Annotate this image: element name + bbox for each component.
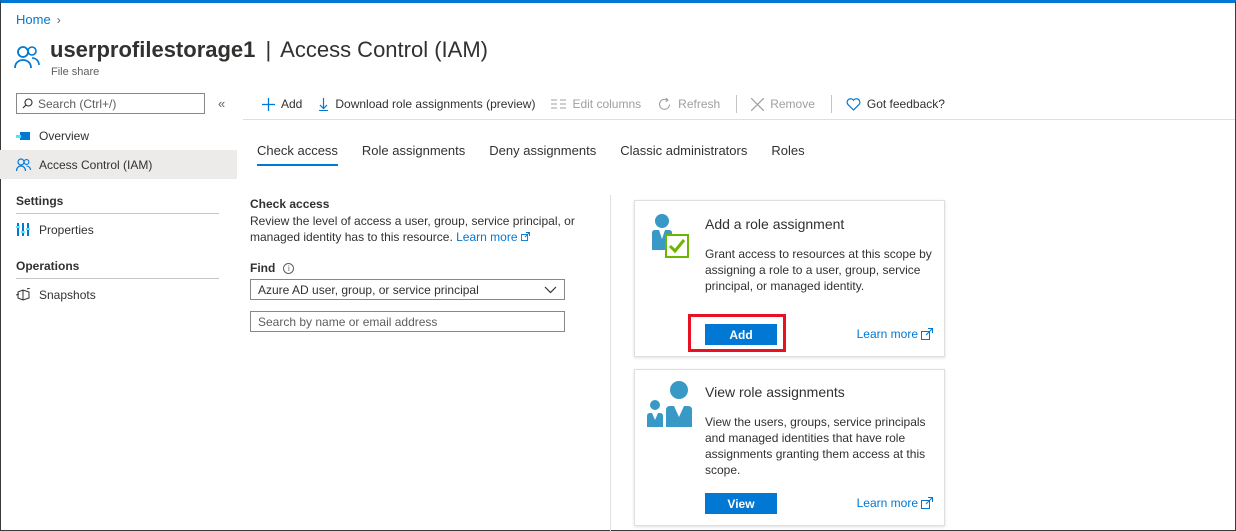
learn-more-label: Learn more — [856, 496, 918, 510]
remove-button[interactable]: Remove — [751, 97, 815, 111]
feedback-button[interactable]: Got feedback? — [846, 97, 945, 111]
feedback-label: Got feedback? — [866, 97, 945, 111]
users-icon — [16, 157, 31, 171]
blade-title: Access Control (IAM) — [280, 37, 488, 62]
toolbar-separator — [830, 95, 832, 113]
command-bar: Add Download role assignments (preview) … — [262, 95, 961, 113]
find-type-selected: Azure AD user, group, or service princip… — [258, 282, 479, 297]
divider — [16, 213, 219, 214]
sidebar-section-operations: Operations — [16, 259, 80, 273]
heart-icon — [846, 97, 861, 111]
download-icon — [319, 97, 329, 111]
card-description: Grant access to resources at this scope … — [705, 247, 932, 293]
learn-more-link[interactable]: Learn more — [456, 230, 530, 244]
highlight-box — [688, 314, 786, 352]
sidebar-item-label: Overview — [39, 128, 90, 143]
sidebar-item-overview[interactable]: Overview — [0, 121, 237, 150]
external-link-icon — [921, 328, 933, 340]
tab-role-assignments[interactable]: Role assignments — [362, 143, 465, 166]
add-role-assignment-card: Add a role assignment Grant access to re… — [634, 200, 945, 357]
learn-more-label: Learn more — [856, 327, 918, 341]
download-label: Download role assignments (preview) — [335, 97, 536, 111]
tab-check-access[interactable]: Check access — [257, 143, 338, 166]
edit-columns-button[interactable]: Edit columns — [551, 97, 641, 111]
users-icon — [14, 46, 40, 69]
search-name-input[interactable]: Search by name or email address — [250, 311, 565, 332]
view-role-assignments-button[interactable]: View — [705, 493, 777, 514]
tab-bar: Check access Role assignments Deny assig… — [257, 143, 829, 166]
properties-icon — [16, 223, 30, 236]
search-icon — [22, 98, 33, 109]
add-label: Add — [281, 97, 303, 111]
plus-icon — [262, 97, 275, 111]
find-label: Find i — [250, 261, 295, 275]
sidebar-search-placeholder: Search (Ctrl+/) — [38, 96, 117, 111]
card-description: View the users, groups, service principa… — [705, 415, 926, 477]
panel-divider — [610, 195, 611, 531]
sidebar-item-label: Snapshots — [39, 287, 96, 302]
breadcrumb-home-link[interactable]: Home — [16, 12, 51, 27]
collapse-sidebar-icon[interactable]: « — [218, 96, 225, 111]
tab-roles[interactable]: Roles — [771, 143, 804, 166]
learn-more-label: Learn more — [456, 230, 518, 244]
view-role-assignments-icon — [647, 381, 692, 427]
sidebar-item-label: Properties — [39, 222, 94, 237]
edit-columns-label: Edit columns — [572, 97, 642, 111]
refresh-label: Refresh — [678, 97, 721, 111]
add-button[interactable]: Add — [262, 97, 302, 111]
find-type-dropdown[interactable]: Azure AD user, group, or service princip… — [250, 279, 565, 300]
snapshot-icon — [16, 288, 31, 301]
sidebar-item-snapshots[interactable]: Snapshots — [0, 280, 237, 309]
find-label-text: Find — [250, 261, 276, 275]
window-frame — [0, 0, 1236, 531]
search-name-placeholder: Search by name or email address — [258, 314, 438, 329]
check-access-heading: Check access — [250, 197, 330, 211]
sidebar-item-access-control[interactable]: Access Control (IAM) — [0, 150, 237, 179]
divider — [16, 278, 219, 279]
refresh-button[interactable]: Refresh — [657, 97, 720, 112]
columns-icon — [551, 99, 567, 109]
title-separator: | — [265, 37, 272, 62]
page-title: userprofilestorage1 | Access Control (IA… — [50, 37, 488, 63]
learn-more-link[interactable]: Learn more — [857, 327, 933, 341]
resource-type: File share — [51, 66, 100, 78]
check-access-description: Review the level of access a user, group… — [250, 213, 580, 245]
view-role-assignments-card: View role assignments View the users, gr… — [634, 369, 945, 526]
breadcrumb: Home › — [16, 12, 61, 27]
refresh-icon — [659, 97, 671, 110]
sidebar-section-settings: Settings — [16, 194, 64, 208]
remove-label: Remove — [770, 97, 815, 111]
resource-name: userprofilestorage1 — [50, 37, 256, 62]
tab-classic-administrators[interactable]: Classic administrators — [620, 143, 747, 166]
external-link-icon — [520, 232, 530, 241]
add-role-assignment-icon — [652, 214, 689, 258]
info-icon[interactable]: i — [283, 262, 295, 274]
toolbar-separator — [736, 95, 738, 113]
card-title: View role assignments — [705, 384, 845, 400]
overview-icon — [16, 131, 30, 140]
sidebar-search-input[interactable]: Search (Ctrl+/) — [16, 93, 205, 114]
card-title: Add a role assignment — [705, 216, 845, 232]
sidebar-item-label: Access Control (IAM) — [39, 157, 153, 172]
external-link-icon — [921, 497, 933, 509]
sidebar-item-properties[interactable]: Properties — [0, 215, 237, 244]
tab-deny-assignments[interactable]: Deny assignments — [489, 143, 596, 166]
close-icon — [751, 97, 765, 111]
chevron-right-icon: › — [56, 12, 61, 27]
toolbar-divider — [243, 119, 1235, 120]
download-role-assignments-button[interactable]: Download role assignments (preview) — [318, 97, 535, 111]
chevron-down-icon — [544, 286, 557, 294]
learn-more-link[interactable]: Learn more — [857, 496, 933, 510]
